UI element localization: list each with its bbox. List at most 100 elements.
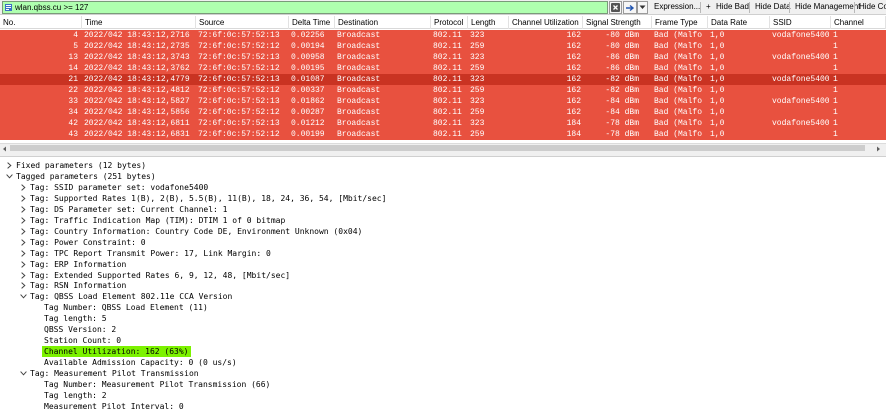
column-header-channel-utilization[interactable]: Channel Utilization — [509, 16, 583, 29]
tree-item[interactable]: Tag: ERP Information — [0, 259, 880, 270]
column-header-destination[interactable]: Destination — [335, 16, 431, 29]
tree-item[interactable]: Tag length: 5 — [0, 313, 880, 324]
tree-item[interactable]: Tag: SSID parameter set: vodafone5400 — [0, 182, 880, 193]
column-header-length[interactable]: Length — [468, 16, 509, 29]
bookmark-filter-icon[interactable] — [3, 2, 13, 13]
hide-bad-button[interactable]: Hide Bad — [713, 1, 752, 14]
tree-item[interactable]: Tag: DS Parameter set: Current Channel: … — [0, 204, 880, 215]
chevron-right-icon[interactable] — [19, 280, 28, 291]
packet-list-scrollbar[interactable] — [0, 143, 886, 152]
tree-item[interactable]: Measurement Pilot Interval: 0 — [0, 401, 880, 412]
cell-source: 72:6f:0c:57:52:12 — [198, 64, 280, 73]
column-header-protocol[interactable]: Protocol — [431, 16, 468, 29]
packet-row[interactable]: 22 2022/042 18:43:12,4812 72:6f:0c:57:52:1… — [0, 85, 886, 96]
column-header-delta-time[interactable]: Delta Time — [289, 16, 335, 29]
packet-row[interactable]: 43 2022/042 18:43:12,6831 72:6f:0c:57:52:1… — [0, 129, 886, 140]
hide-management-button[interactable]: Hide Management — [792, 1, 863, 14]
column-header-no[interactable]: No. — [0, 16, 82, 29]
cell-source: 72:6f:0c:57:52:12 — [198, 130, 280, 139]
hide-control-button[interactable]: Hide Contr — [856, 1, 886, 14]
cell-time: 2022/042 18:43:12,2716 — [84, 31, 190, 40]
cell-delta-time: 0.00337 — [291, 86, 325, 95]
tree-item[interactable]: Available Admission Capacity: 0 (0 us/s) — [0, 357, 880, 368]
scrollbar-thumb[interactable] — [10, 145, 865, 151]
chevron-right-icon[interactable] — [19, 204, 28, 215]
cell-channel-utilization: 162 — [566, 108, 581, 117]
cell-protocol: 802.11 — [433, 53, 462, 62]
cell-delta-time: 0.00958 — [291, 53, 325, 62]
chevron-right-icon[interactable] — [19, 259, 28, 270]
packet-row[interactable]: 42 2022/042 18:43:12,6811 72:6f:0c:57:52:1… — [0, 118, 886, 129]
packet-row[interactable]: 14 2022/042 18:43:12,3762 72:6f:0c:57:52:1… — [0, 63, 886, 74]
chevron-right-icon[interactable] — [19, 182, 28, 193]
cell-data-rate: 1,0 — [710, 86, 725, 95]
chevron-down-icon[interactable] — [5, 171, 14, 182]
display-filter-input[interactable]: wlan.qbss.cu >= 127 — [2, 1, 608, 14]
tree-item[interactable]: Tag: Country Information: Country Code D… — [0, 226, 880, 237]
tree-item[interactable]: Channel Utilization: 162 (63%) — [0, 346, 880, 358]
packet-row[interactable]: 4 2022/042 18:43:12,2716 72:6f:0c:57:52:13… — [0, 30, 886, 41]
tree-item[interactable]: Fixed parameters (12 bytes) — [0, 160, 880, 171]
cell-signal-strength: -80 dBm — [605, 42, 639, 51]
chevron-right-icon[interactable] — [19, 215, 28, 226]
column-header-channel[interactable]: Channel — [831, 16, 886, 29]
tree-item[interactable]: Tag: Supported Rates 1(B), 2(B), 5.5(B),… — [0, 193, 880, 204]
packet-row[interactable]: 13 2022/042 18:43:12,3743 72:6f:0c:57:52:1… — [0, 52, 886, 63]
cell-time: 2022/042 18:43:12,4812 — [84, 86, 190, 95]
chevron-right-icon[interactable] — [19, 226, 28, 237]
chevron-right-icon[interactable] — [5, 160, 14, 171]
tree-item[interactable]: Tagged parameters (251 bytes) — [0, 171, 880, 182]
chevron-right-icon[interactable] — [19, 270, 28, 281]
chevron-down-icon[interactable] — [19, 291, 28, 302]
tree-item-label-highlighted: Channel Utilization: 162 (63%) — [42, 346, 191, 358]
column-header-frame-type[interactable]: Frame Type — [652, 16, 708, 29]
cell-destination: Broadcast — [337, 75, 381, 84]
tree-item[interactable]: Tag: Measurement Pilot Transmission — [0, 368, 880, 379]
clear-filter-button[interactable] — [609, 1, 622, 14]
cell-signal-strength: -78 dBm — [605, 130, 639, 139]
cell-delta-time: 0.01087 — [291, 75, 325, 84]
column-header-ssid[interactable]: SSID — [770, 16, 831, 29]
column-header-signal-strength[interactable]: Signal Strength — [583, 16, 652, 29]
cell-channel-utilization: 162 — [566, 64, 581, 73]
cell-ssid — [772, 41, 829, 52]
apply-filter-button[interactable] — [623, 1, 637, 14]
chevron-right-icon[interactable] — [19, 193, 28, 204]
cell-source: 72:6f:0c:57:52:13 — [198, 119, 280, 128]
packet-row[interactable]: 34 2022/042 18:43:12,5856 72:6f:0c:57:52:1… — [0, 107, 886, 118]
chevron-right-icon[interactable] — [19, 237, 28, 248]
cell-source: 72:6f:0c:57:52:13 — [198, 31, 280, 40]
column-header-source[interactable]: Source — [196, 16, 289, 29]
tree-item[interactable]: Tag Number: QBSS Load Element (11) — [0, 302, 880, 313]
cell-no: 34 — [68, 108, 78, 117]
column-header-time[interactable]: Time — [82, 16, 196, 29]
cell-delta-time: 0.00194 — [291, 42, 325, 51]
cell-destination: Broadcast — [337, 97, 381, 106]
expression-button[interactable]: Expression... — [651, 1, 703, 14]
chevron-right-icon[interactable] — [19, 248, 28, 259]
cell-channel: 1 — [833, 108, 838, 117]
tree-item[interactable]: Tag: TPC Report Transmit Power: 17, Link… — [0, 248, 880, 259]
cell-data-rate: 1,0 — [710, 42, 725, 51]
packet-row-selected[interactable]: 21 2022/042 18:43:12,4779 72:6f:0c:57:52:1… — [0, 74, 886, 85]
scroll-right-icon[interactable] — [875, 145, 882, 152]
hide-data-button[interactable]: Hide Data — [752, 1, 794, 14]
column-header-data-rate[interactable]: Data Rate — [708, 16, 770, 29]
cell-source: 72:6f:0c:57:52:13 — [198, 53, 280, 62]
tree-item[interactable]: Tag: Power Constraint: 0 — [0, 237, 880, 248]
chevron-down-icon[interactable] — [19, 368, 28, 379]
filter-history-dropdown[interactable] — [637, 1, 648, 14]
tree-item[interactable]: Tag: RSN Information — [0, 280, 880, 291]
cell-source: 72:6f:0c:57:52:12 — [198, 42, 280, 51]
tree-item[interactable]: Station Count: 0 — [0, 335, 880, 346]
tree-item[interactable]: Tag: Traffic Indication Map (TIM): DTIM … — [0, 215, 880, 226]
tree-item[interactable]: QBSS Version: 2 — [0, 324, 880, 335]
packet-row[interactable]: 33 2022/042 18:43:12,5827 72:6f:0c:57:52:1… — [0, 96, 886, 107]
pane-splitter[interactable] — [0, 152, 886, 157]
packet-row[interactable]: 5 2022/042 18:43:12,2735 72:6f:0c:57:52:12… — [0, 41, 886, 52]
tree-item[interactable]: Tag: QBSS Load Element 802.11e CCA Versi… — [0, 291, 880, 302]
scroll-left-icon[interactable] — [1, 145, 8, 152]
tree-item[interactable]: Tag: Extended Supported Rates 6, 9, 12, … — [0, 270, 880, 281]
tree-item[interactable]: Tag length: 2 — [0, 390, 880, 401]
tree-item[interactable]: Tag Number: Measurement Pilot Transmissi… — [0, 379, 880, 390]
